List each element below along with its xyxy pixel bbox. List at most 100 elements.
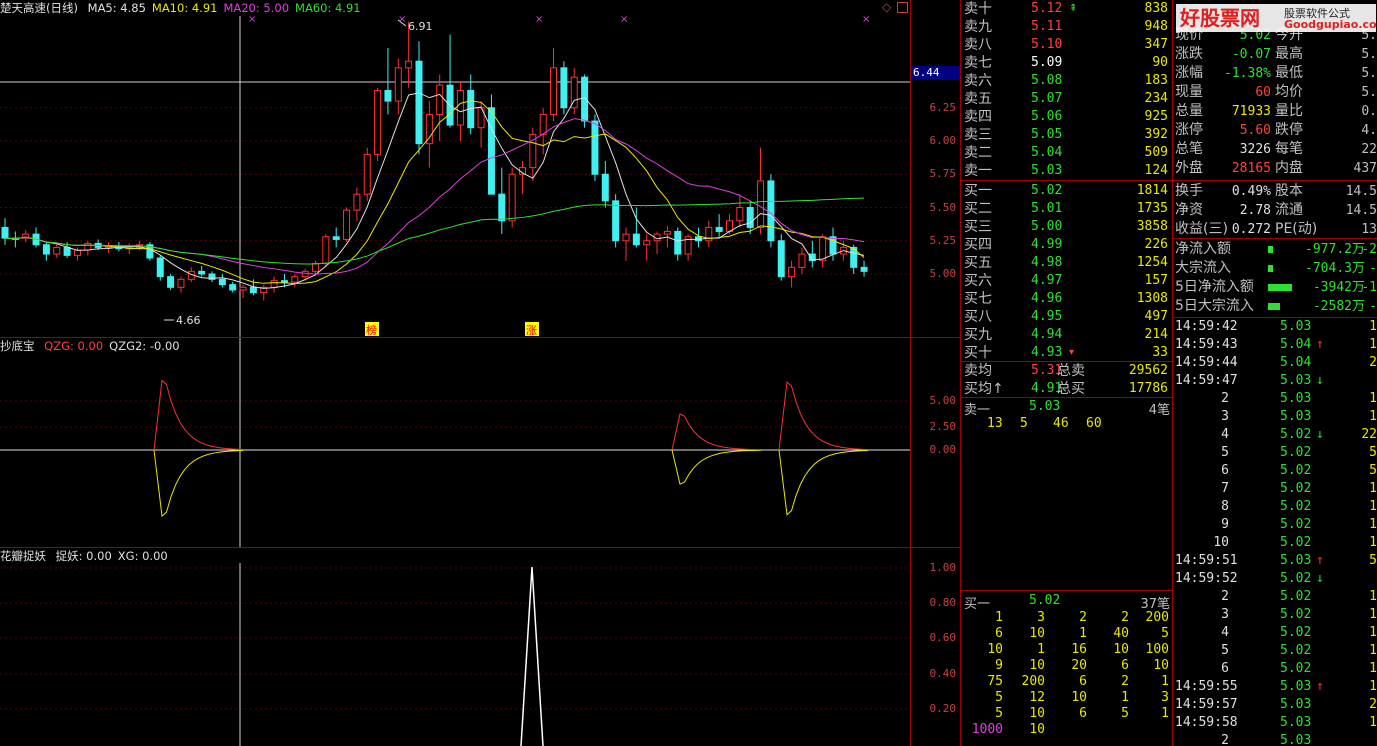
tick-price: 5.03 — [1280, 373, 1312, 388]
bid-row[interactable]: 买四 4.99 226 — [961, 236, 1174, 254]
quote-value2: 14.5 — [1345, 203, 1377, 218]
tick-price: 5.02 — [1280, 427, 1312, 442]
tick-row[interactable]: 14:59:55 5.03 ↑ 1 — [1174, 678, 1377, 696]
quote-value: 71933 — [1231, 104, 1271, 119]
kline-chart[interactable]: 6.914.66× × × × ×榜涨 — [0, 0, 910, 337]
tick-row[interactable]: 14:59:47 5.03 ↓ — [1174, 372, 1377, 390]
ask-row[interactable]: 卖五 5.07 234 — [961, 90, 1174, 108]
tick-time: 14:59:52 — [1175, 571, 1238, 586]
ask-price: 5.05 — [1031, 127, 1063, 142]
ask-marker-icon: ⇞ — [1069, 3, 1078, 14]
tick-row[interactable]: 10 5.02 1 — [1174, 534, 1377, 552]
tick-row[interactable]: 6 5.02 5 — [1174, 462, 1377, 480]
ask-row[interactable]: 卖七 5.09 90 — [961, 54, 1174, 72]
quote-label: 收益(三) — [1175, 221, 1228, 237]
tick-row[interactable]: 4 5.02 ↓ 22 — [1174, 426, 1377, 444]
candle-body — [384, 89, 392, 102]
tick-row[interactable]: 7 5.02 1 — [1174, 480, 1377, 498]
bid-row[interactable]: 买六 4.97 157 — [961, 272, 1174, 290]
tick-row[interactable]: 9 5.02 1 — [1174, 516, 1377, 534]
candle-body — [746, 207, 754, 228]
bid-row[interactable]: 买十 4.93 ▾ 33 — [961, 344, 1174, 362]
tick-row[interactable]: 14:59:43 5.04 ↑ 1 — [1174, 336, 1377, 354]
summary-label: 卖均 — [964, 363, 992, 379]
ask-row[interactable]: 卖一 5.03 124 — [961, 162, 1174, 180]
tick-row[interactable]: 5 5.02 5 — [1174, 444, 1377, 462]
quote-value: 3226 — [1239, 142, 1271, 157]
watermark-brand: 好股票网 — [1180, 6, 1260, 30]
tick-row[interactable]: 14:59:44 5.04 2 — [1174, 354, 1377, 372]
tick-price: 5.02 — [1280, 517, 1312, 532]
indicator1-pane[interactable]: 抄底宝 QZG: 0.00 QZG2: -0.00 — [0, 337, 910, 547]
ask-row[interactable]: 卖四 5.06 925 — [961, 108, 1174, 126]
bid-row[interactable]: 买八 4.95 497 — [961, 308, 1174, 326]
candle-body — [612, 200, 620, 242]
tick-volume: 22 — [1361, 427, 1377, 442]
tick-time: 2 — [1221, 733, 1229, 746]
kline-pane[interactable]: 6.91 4.66 × × × × × 榜涨 楚天高速(日线) MA5: 4.85 MA10: … — [0, 0, 910, 337]
arrow-down-icon: ↓ — [1316, 373, 1324, 388]
bid-volume: 1735 — [1136, 201, 1168, 216]
ask-row[interactable]: 卖十 5.12 ⇞ 838 — [961, 0, 1174, 18]
ask-row[interactable]: 卖六 5.08 183 — [961, 72, 1174, 90]
ask-price: 5.09 — [1031, 55, 1063, 70]
diamond-icon[interactable]: ◇ — [882, 0, 891, 14]
tick-row[interactable]: 14:59:51 5.03 ↑ 5 — [1174, 552, 1377, 570]
tick-row[interactable]: 2 5.02 1 — [1174, 588, 1377, 606]
bid-row[interactable]: 买一 5.02 1814 — [961, 182, 1174, 200]
candle-body — [436, 84, 444, 115]
candle-body — [167, 276, 175, 288]
ma20-line — [4, 118, 865, 275]
tick-row[interactable]: 14:59:42 5.03 1 — [1174, 318, 1377, 336]
tick-row[interactable]: 5 5.02 1 — [1174, 642, 1377, 660]
indicator1-chart[interactable] — [0, 337, 910, 547]
tick-row[interactable]: 3 5.02 1 — [1174, 606, 1377, 624]
tick-time: 14:59:47 — [1175, 373, 1238, 388]
tick-row[interactable]: 6 5.02 1 — [1174, 660, 1377, 678]
tick-price: 5.02 — [1280, 481, 1312, 496]
ask-row[interactable]: 卖二 5.04 509 — [961, 144, 1174, 162]
indicator2-chart[interactable] — [0, 547, 910, 746]
bid-row[interactable]: 买九 4.94 214 — [961, 326, 1174, 344]
order-book-panel: 卖十 5.12 ⇞ 838 卖九 5.11 948 卖八 5.10 347 卖七 5.09 90 卖六 5.… — [960, 0, 1174, 746]
ask-price: 5.11 — [1031, 19, 1063, 34]
bid-row[interactable]: 买三 5.00 3858 — [961, 218, 1174, 236]
candle-body — [415, 60, 423, 145]
quote-label: 现量 — [1175, 84, 1203, 100]
bid-marker-icon: ▾ — [1069, 347, 1075, 358]
bid-row[interactable]: 买七 4.96 1308 — [961, 290, 1174, 308]
indicator1-label-0: QZG: 0.00 — [44, 339, 104, 353]
tick-row[interactable]: 8 5.02 1 — [1174, 498, 1377, 516]
candle-body — [301, 270, 309, 278]
tick-row[interactable]: 14:59:57 5.03 2 — [1174, 696, 1377, 714]
tick-time: 10 — [1213, 535, 1229, 550]
bid-row[interactable]: 买五 4.98 1254 — [961, 254, 1174, 272]
tick-row[interactable]: 14:59:52 5.02 ↓ — [1174, 570, 1377, 588]
buy1-order: 10 — [1153, 658, 1169, 673]
ask-row[interactable]: 卖八 5.10 347 — [961, 36, 1174, 54]
ask-row[interactable]: 卖九 5.11 948 — [961, 18, 1174, 36]
tick-price: 5.02 — [1280, 643, 1312, 658]
sell1-queue: 卖一 5.03 4笔 13 5 46 60 — [961, 398, 1174, 434]
buy1-order: 6 — [995, 626, 1003, 641]
tick-price: 5.02 — [1280, 499, 1312, 514]
tick-time: 14:59:55 — [1175, 679, 1238, 694]
tick-time: 7 — [1221, 481, 1229, 496]
tick-row[interactable]: 14:59:58 5.03 1 — [1174, 714, 1377, 732]
indicator2-pane[interactable]: 花瓣捉妖 捉妖: 0.00 XG: 0.00 — [0, 547, 910, 746]
tick-time: 4 — [1221, 625, 1229, 640]
tick-row[interactable]: 2 5.03 — [1174, 732, 1377, 746]
signal-mark-2: × — [535, 14, 543, 25]
tick-price: 5.02 — [1280, 463, 1312, 478]
ask-volume: 509 — [1144, 145, 1168, 160]
ask-row[interactable]: 卖三 5.05 392 — [961, 126, 1174, 144]
window-restore-icon[interactable] — [897, 2, 908, 13]
bid-row[interactable]: 买二 5.01 1735 — [961, 200, 1174, 218]
quote-label2: 量比 — [1275, 103, 1303, 119]
quote-row: 换手 0.49% 股本 14.5 — [1174, 182, 1377, 201]
ask-label: 卖八 — [964, 37, 992, 53]
tick-row[interactable]: 2 5.03 1 — [1174, 390, 1377, 408]
tick-row[interactable]: 3 5.03 1 — [1174, 408, 1377, 426]
quote-label2: 最高 — [1275, 46, 1303, 62]
tick-row[interactable]: 4 5.02 1 — [1174, 624, 1377, 642]
